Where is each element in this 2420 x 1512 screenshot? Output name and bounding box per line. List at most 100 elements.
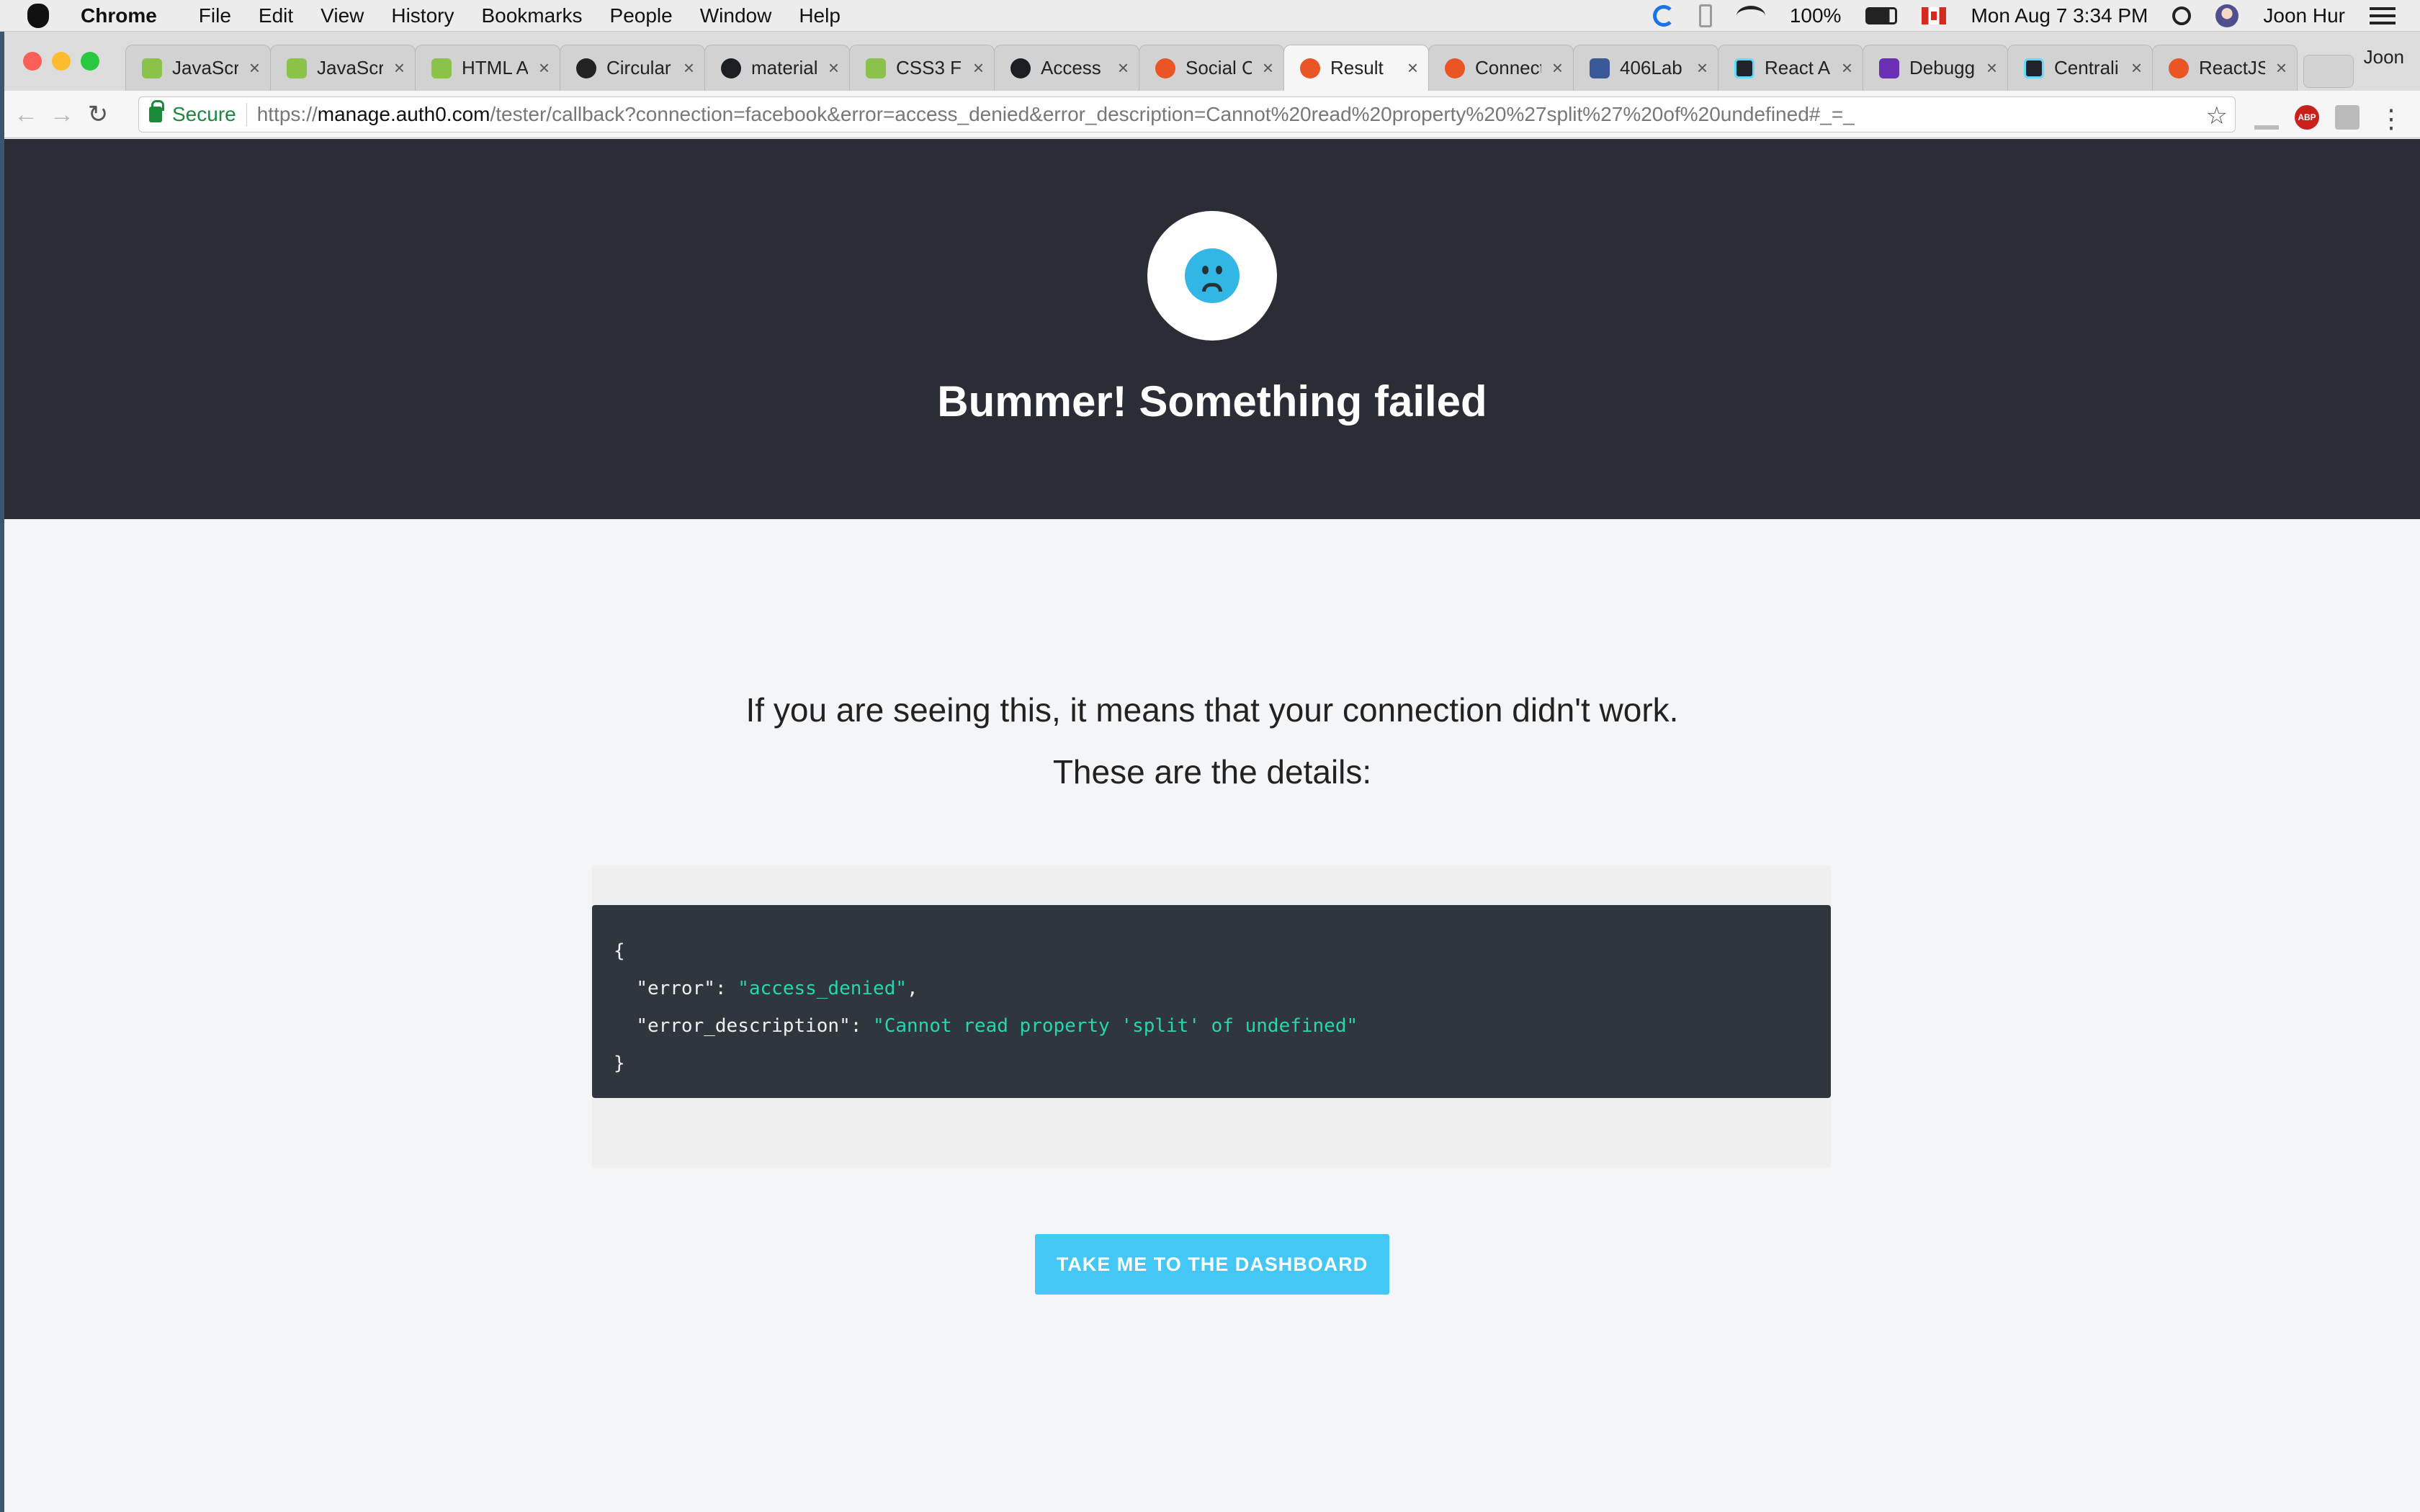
extension-icon[interactable] <box>2335 105 2360 130</box>
tab-title: material <box>751 57 817 78</box>
browser-tab[interactable]: Centrali × <box>2007 45 2153 91</box>
tab-title: Centrali <box>2054 57 2119 78</box>
left-eye <box>1202 266 1209 274</box>
close-tab-icon[interactable]: × <box>962 57 984 79</box>
w3schools-icon <box>287 58 307 78</box>
close-tab-icon[interactable]: × <box>1107 57 1129 79</box>
browser-tab[interactable]: material × <box>704 45 850 91</box>
close-tab-icon[interactable]: × <box>1541 57 1563 79</box>
json-description-value: "Cannot read property 'split' of undefin… <box>873 1015 1358 1037</box>
auth0-icon <box>2169 58 2189 78</box>
w3schools-icon <box>142 58 162 78</box>
apple-icon[interactable] <box>27 3 49 28</box>
close-tab-icon[interactable]: × <box>1397 57 1418 79</box>
browser-tab[interactable]: Access × <box>994 45 1139 91</box>
canada-flag-icon[interactable] <box>1922 7 1947 24</box>
url-path: /tester/callback?connection=facebook&err… <box>490 103 1855 125</box>
tab-title: CSS3 Fl <box>896 57 962 78</box>
close-tab-icon[interactable]: × <box>673 57 694 79</box>
frown <box>1202 283 1222 292</box>
clock[interactable]: Mon Aug 7 3:34 PM <box>1971 4 2148 27</box>
menu-history[interactable]: History <box>391 4 454 27</box>
tab-title: JavaScr <box>317 57 383 78</box>
menu-window[interactable]: Window <box>700 4 772 27</box>
browser-tab[interactable]: JavaScr × <box>270 45 416 91</box>
battery-icon[interactable] <box>1865 7 1898 24</box>
address-bar[interactable]: Secure https://manage.auth0.com/tester/c… <box>138 96 2236 132</box>
cast-icon[interactable] <box>2254 105 2279 130</box>
tab-title: Connect <box>1475 57 1541 78</box>
close-tab-icon[interactable]: × <box>528 57 550 79</box>
close-tab-icon[interactable]: × <box>238 57 260 79</box>
browser-tab[interactable]: React A × <box>1718 45 1863 91</box>
app-menu-chrome[interactable]: Chrome <box>81 4 157 27</box>
browser-tab[interactable]: Circular × <box>560 45 705 91</box>
notification-center-icon[interactable] <box>2370 7 2396 24</box>
close-tab-icon[interactable]: × <box>2265 57 2287 79</box>
message-line-2: These are the details: <box>1052 753 1372 791</box>
user-name[interactable]: Joon Hur <box>2263 4 2345 27</box>
menu-bookmarks[interactable]: Bookmarks <box>481 4 582 27</box>
github-icon <box>721 58 741 78</box>
w3schools-icon <box>866 58 886 78</box>
browser-tab[interactable]: CSS3 Fl × <box>849 45 995 91</box>
dashboard-button[interactable]: TAKE ME TO THE DASHBOARD <box>1035 1234 1389 1295</box>
browser-tab-active[interactable]: Result × <box>1283 45 1429 91</box>
tab-title: Social C <box>1186 57 1252 78</box>
grammarly-icon[interactable] <box>1652 5 1675 27</box>
back-arrow-icon[interactable]: ← <box>12 100 40 129</box>
menu-file[interactable]: File <box>199 4 231 27</box>
battery-percent: 100% <box>1789 4 1842 27</box>
close-tab-icon[interactable]: × <box>817 57 839 79</box>
tab-title: HTML A <box>462 57 528 78</box>
close-tab-icon[interactable]: × <box>1976 57 1997 79</box>
error-details-panel: { "error": "access_denied", "error_descr… <box>592 865 1831 1168</box>
bookmark-star-icon[interactable]: ☆ <box>2206 102 2228 130</box>
json-error-key: "error" <box>636 978 715 999</box>
close-tab-icon[interactable]: × <box>383 57 405 79</box>
right-eye <box>1216 266 1222 274</box>
secure-label[interactable]: Secure <box>172 103 236 126</box>
json-open-brace: { <box>614 940 625 962</box>
tab-title: React A <box>1765 57 1831 78</box>
spotlight-search-icon[interactable] <box>2172 6 2192 25</box>
menu-help[interactable]: Help <box>799 4 841 27</box>
github-icon <box>1010 58 1031 78</box>
react-icon <box>1734 58 1754 78</box>
tab-title: JavaScr <box>172 57 238 78</box>
wifi-icon[interactable] <box>1736 6 1765 26</box>
close-window-button[interactable] <box>23 52 42 71</box>
close-tab-icon[interactable]: × <box>2120 57 2142 79</box>
browser-tab[interactable]: Debugg × <box>1863 45 2008 91</box>
close-tab-icon[interactable]: × <box>1831 57 1852 79</box>
tab-strip: JavaScr × JavaScr × HTML A × Circular × mate… <box>4 32 2420 91</box>
minimize-window-button[interactable] <box>52 52 71 71</box>
lock-icon[interactable] <box>149 100 164 122</box>
browser-tab[interactable]: Social C × <box>1139 45 1284 91</box>
url-text[interactable]: https://manage.auth0.com/tester/callback… <box>257 103 1855 126</box>
browser-tab[interactable]: HTML A × <box>415 45 560 91</box>
close-tab-icon[interactable]: × <box>1252 57 1273 79</box>
forward-arrow-icon[interactable]: → <box>48 100 76 129</box>
browser-tab[interactable]: JavaScr × <box>125 45 271 91</box>
profile-button[interactable]: Joon <box>2364 46 2404 68</box>
menu-view[interactable]: View <box>321 4 364 27</box>
browser-tab[interactable]: Connect × <box>1428 45 1574 91</box>
browser-tab[interactable]: ReactJS × <box>2152 45 2298 91</box>
close-tab-icon[interactable]: × <box>1686 57 1708 79</box>
browser-tab[interactable]: 406Lab × <box>1573 45 1718 91</box>
bluetooth-icon[interactable] <box>1698 4 1712 27</box>
new-tab-button[interactable] <box>2303 55 2354 88</box>
user-avatar[interactable] <box>2215 4 2239 27</box>
maximize-window-button[interactable] <box>81 52 99 71</box>
sad-face-icon <box>1185 248 1240 303</box>
menu-edit[interactable]: Edit <box>259 4 293 27</box>
menu-people[interactable]: People <box>610 4 673 27</box>
macos-menu-bar: Chrome File Edit View History Bookmarks … <box>0 0 2420 32</box>
auth0-icon <box>1445 58 1465 78</box>
reload-icon[interactable]: ↻ <box>84 100 112 129</box>
facebook-icon <box>1590 58 1610 78</box>
adblock-plus-icon[interactable]: ABP <box>2295 105 2319 130</box>
react-icon <box>2024 58 2044 78</box>
chrome-menu-icon[interactable]: ⋮ <box>2378 104 2404 134</box>
